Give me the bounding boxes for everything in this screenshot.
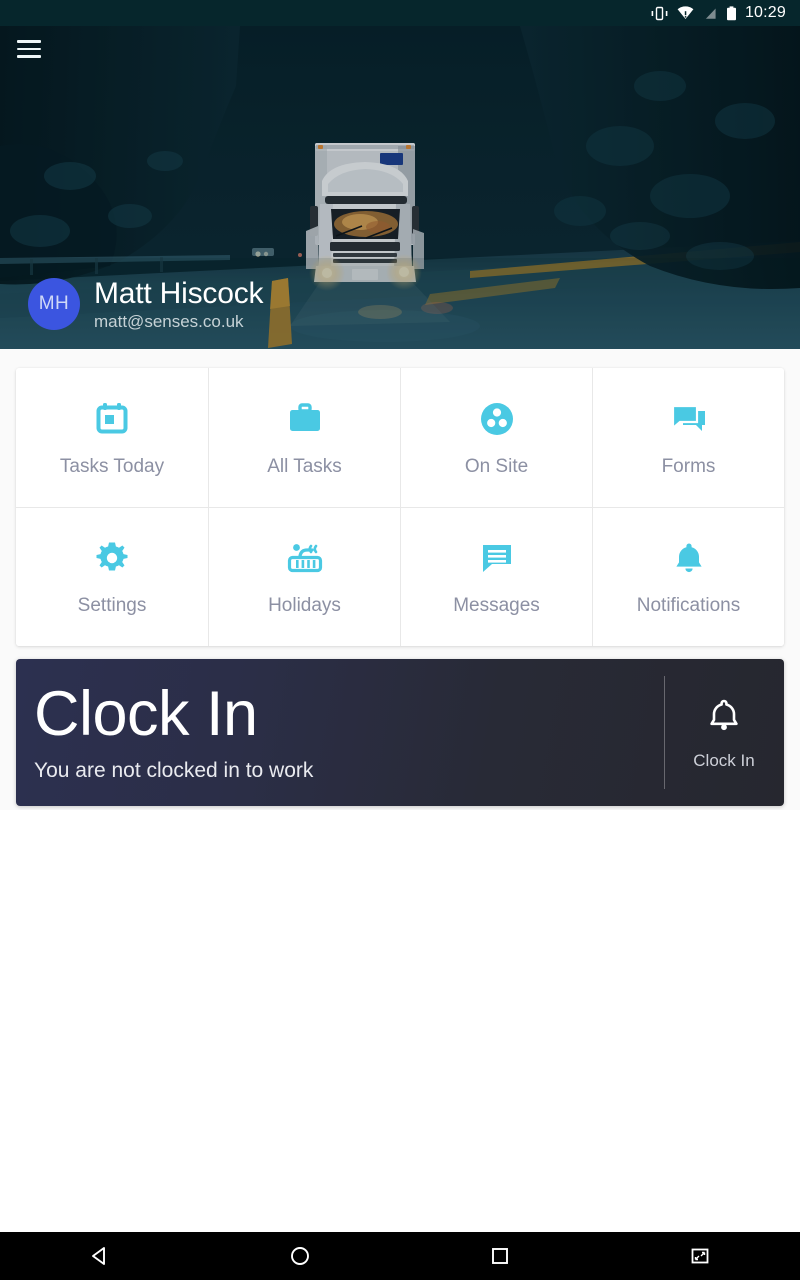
user-profile[interactable]: MH Matt Hiscock matt@senses.co.uk: [28, 278, 263, 331]
status-bar: 10:29: [0, 0, 800, 26]
clock-in-text: Clock In You are not clocked in to work: [16, 659, 664, 806]
clock-in-status-text: You are not clocked in to work: [34, 758, 314, 782]
back-button[interactable]: [0, 1232, 200, 1280]
hamburger-menu-icon[interactable]: [17, 40, 41, 58]
status-bar-clock: 10:29: [744, 4, 786, 21]
group-dots-icon: [477, 398, 517, 440]
bell-icon: [669, 537, 709, 579]
message-lines-icon: [477, 537, 517, 579]
grid-item-label: Tasks Today: [59, 455, 165, 477]
android-nav-bar: [0, 1232, 800, 1280]
clock-in-button[interactable]: Clock In: [664, 659, 784, 806]
home-circle-icon: [291, 1247, 309, 1265]
clock-in-banner[interactable]: Clock In You are not clocked in to work …: [16, 659, 784, 806]
briefcase-icon: [285, 398, 325, 440]
grid-row: Settings Holidays Messages Notifications: [16, 507, 784, 646]
recents-button[interactable]: [400, 1232, 600, 1280]
hamburger-line: [17, 40, 41, 43]
vibrate-icon: [651, 6, 668, 20]
grid-item-label: Messages: [453, 595, 540, 616]
grid-item-label: Forms: [661, 455, 716, 477]
grid-item-settings[interactable]: Settings: [16, 507, 208, 646]
hero-header: MH Matt Hiscock matt@senses.co.uk: [0, 26, 800, 349]
recents-square-icon: [492, 1248, 508, 1264]
grid-item-holidays[interactable]: Holidays: [208, 507, 400, 646]
screenshot-resize-icon: [691, 1248, 709, 1264]
wifi-warning-icon: [677, 6, 694, 20]
hamburger-line: [17, 55, 41, 58]
bell-icon: [703, 695, 745, 742]
grid-item-forms[interactable]: Forms: [592, 368, 784, 507]
grid-item-all-tasks[interactable]: All Tasks: [208, 368, 400, 507]
signal-off-icon: [703, 6, 717, 20]
page-body-empty-area: [0, 810, 800, 1232]
grid-item-messages[interactable]: Messages: [400, 507, 592, 646]
grid-item-on-site[interactable]: On Site: [400, 368, 592, 507]
status-bar-icons: [651, 5, 737, 21]
gear-icon: [92, 537, 132, 579]
calendar-icon: [92, 398, 132, 440]
app-screen: 10:29 MH Matt Hiscock matt@senses.co.uk …: [0, 0, 800, 1280]
clock-in-button-label: Clock In: [693, 750, 755, 770]
back-triangle-icon: [92, 1247, 105, 1265]
battery-full-icon: [726, 5, 736, 20]
avatar: MH: [28, 278, 80, 331]
grid-item-label: On Site: [464, 455, 529, 477]
hamburger-line: [17, 47, 41, 51]
grid-item-label: All Tasks: [267, 455, 342, 477]
screenshot-button[interactable]: [600, 1232, 800, 1280]
profile-name: Matt Hiscock: [94, 276, 264, 310]
grid-item-label: Notifications: [636, 595, 741, 616]
shortcut-grid: Tasks Today All Tasks On Site Forms Sett…: [16, 368, 784, 646]
grid-row: Tasks Today All Tasks On Site Forms: [16, 368, 784, 507]
grid-item-notifications[interactable]: Notifications: [592, 507, 784, 646]
profile-text: Matt Hiscock matt@senses.co.uk: [94, 278, 263, 331]
home-button[interactable]: [200, 1232, 400, 1280]
grid-item-label: Holidays: [268, 595, 341, 616]
clock-in-title: Clock In: [34, 678, 258, 749]
chat-bubbles-icon: [669, 398, 709, 440]
hot-tub-icon: [285, 537, 325, 579]
profile-email: matt@senses.co.uk: [94, 312, 244, 332]
grid-item-label: Settings: [77, 595, 147, 616]
grid-item-tasks-today[interactable]: Tasks Today: [16, 368, 208, 507]
